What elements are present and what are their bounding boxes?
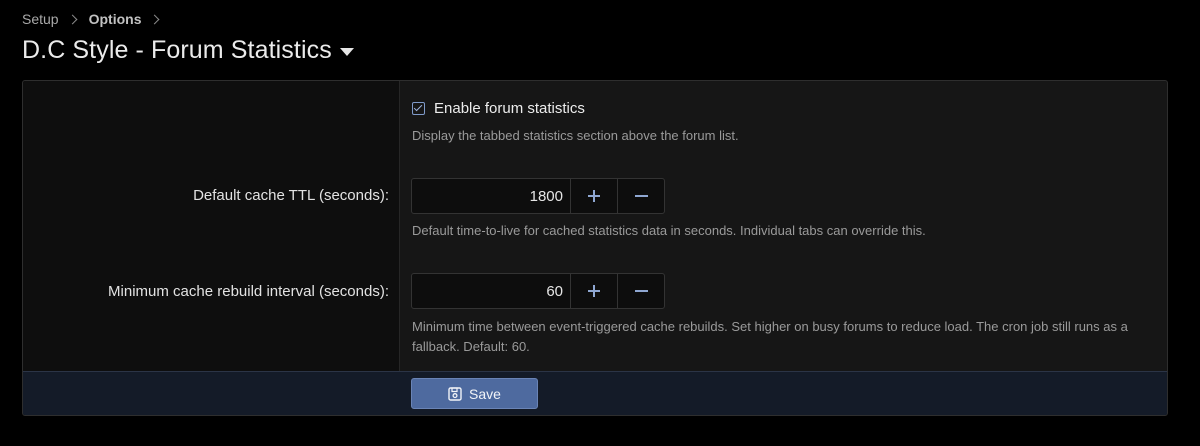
checkmark-icon xyxy=(413,102,423,112)
save-button-label: Save xyxy=(469,385,501,402)
enable-stats-checkbox[interactable] xyxy=(412,102,425,115)
chevron-right-icon xyxy=(150,14,160,24)
page-title: D.C Style - Forum Statistics xyxy=(22,36,332,64)
cache-ttl-increment-button[interactable] xyxy=(571,179,618,213)
cache-ttl-label: Default cache TTL (seconds): xyxy=(193,187,389,204)
breadcrumb: Setup Options xyxy=(22,10,171,28)
breadcrumb-item-setup[interactable]: Setup xyxy=(22,11,59,27)
rebuild-interval-decrement-button[interactable] xyxy=(618,274,665,308)
save-button[interactable]: Save xyxy=(411,378,538,409)
caret-down-icon[interactable] xyxy=(339,48,354,56)
plus-icon xyxy=(587,285,600,297)
cache-ttl-hint: Default time-to-live for cached statisti… xyxy=(412,223,926,238)
enable-stats-label[interactable]: Enable forum statistics xyxy=(434,100,585,117)
cache-ttl-stepper xyxy=(411,178,665,214)
minus-icon xyxy=(634,285,648,297)
rebuild-interval-hint: Minimum time between event-triggered cac… xyxy=(412,319,1128,354)
options-panel: Enable forum statistics Display the tabb… xyxy=(22,80,1168,416)
form-footer: Save xyxy=(23,371,1167,415)
floppy-disk-icon xyxy=(448,386,462,401)
label-column xyxy=(23,81,400,371)
rebuild-interval-stepper xyxy=(411,273,665,309)
plus-icon xyxy=(587,190,600,202)
minus-icon xyxy=(634,190,648,202)
rebuild-interval-input[interactable] xyxy=(412,274,571,308)
chevron-right-icon xyxy=(67,14,78,24)
page: Setup Options D.C Style - Forum Statisti… xyxy=(0,0,1200,446)
title-row: D.C Style - Forum Statistics xyxy=(22,36,354,65)
rebuild-interval-label: Minimum cache rebuild interval (seconds)… xyxy=(108,283,389,300)
cache-ttl-input[interactable] xyxy=(412,179,571,213)
cache-ttl-decrement-button[interactable] xyxy=(618,179,665,213)
rebuild-interval-increment-button[interactable] xyxy=(571,274,618,308)
breadcrumb-item-options[interactable]: Options xyxy=(89,11,142,27)
enable-stats-checkbox-row[interactable]: Enable forum statistics xyxy=(412,100,585,117)
enable-stats-hint: Display the tabbed statistics section ab… xyxy=(412,128,739,143)
